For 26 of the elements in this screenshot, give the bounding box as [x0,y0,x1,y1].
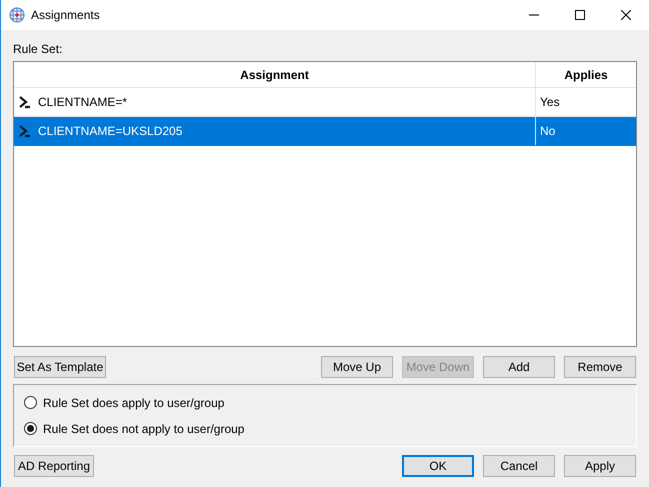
radio-option[interactable]: Rule Set does apply to user/group [24,394,636,412]
prompt-icon [18,124,32,138]
table-cell-text: CLIENTNAME=* [38,94,128,111]
dialog-button[interactable]: OK [402,455,474,477]
table-cell-text: No [540,123,556,140]
list-button[interactable]: Move Up [321,356,393,378]
radio-button[interactable] [24,396,37,409]
close-icon [621,10,631,20]
table-row[interactable]: CLIENTNAME=UKSLD205 No [14,117,636,146]
column-header[interactable]: Assignment [14,62,536,87]
list-button[interactable]: Remove [564,356,636,378]
set-as-template-button[interactable]: Set As Template [14,356,106,378]
prompt-icon [18,95,32,109]
app-icon [9,7,25,23]
dialog-button[interactable]: Cancel [483,455,555,477]
maximize-icon [575,10,585,20]
window-title: Assignments [31,7,100,24]
radio-option[interactable]: Rule Set does not apply to user/group [24,420,636,438]
table-cell-text: Yes [540,94,560,111]
rule-set-label: Rule Set: [13,41,64,57]
column-header[interactable]: Applies [536,62,636,87]
list-button[interactable]: Add [483,356,555,378]
table-cell-text: CLIENTNAME=UKSLD205 [38,123,182,140]
ad-reporting-button[interactable]: AD Reporting [14,455,94,477]
radio-button[interactable] [24,422,37,435]
dialog-button[interactable]: Apply [564,455,636,477]
